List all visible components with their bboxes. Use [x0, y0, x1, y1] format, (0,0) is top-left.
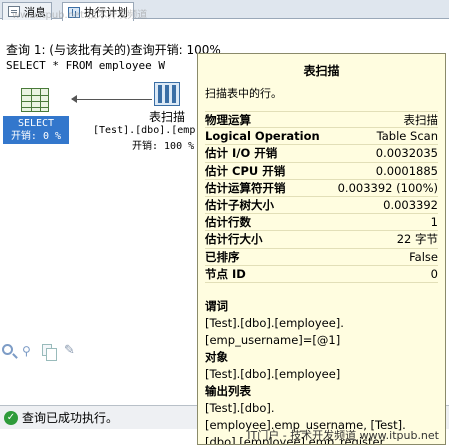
object-heading: 对象 [205, 350, 228, 364]
predicate-line: [emp_username]=[@1] [205, 333, 341, 347]
property-value: False [409, 249, 438, 264]
predicate-line: [Test].[dbo].[employee]. [205, 316, 344, 330]
property-key: 估计子树大小 [205, 198, 274, 213]
plan-flow-arrow [71, 95, 152, 103]
tooltip-description: 扫描表中的行。 [205, 87, 282, 100]
query-sql-text: SELECT * FROM employee W [6, 59, 165, 72]
property-key: 估计行数 [205, 215, 251, 230]
tooltip-property-row: 估计行大小 22 字节 [205, 231, 438, 249]
execution-plan-icon [68, 6, 80, 18]
property-key: 估计行大小 [205, 232, 263, 247]
property-value: 0.003392 [383, 198, 438, 213]
property-value: 22 字节 [396, 232, 438, 247]
plan-node-select[interactable]: SELECT 开销: 0 % [3, 88, 69, 144]
select-node-cost: 开销: 0 % [10, 131, 62, 142]
properties-wrench-icon[interactable]: ✎ [64, 344, 78, 358]
property-value: 0 [430, 266, 438, 281]
tooltip-properties-table: 物理运算 表扫描 Logical Operation Table Scan 估计 I… [205, 111, 438, 283]
table-scan-cost: 开销: 100 % [132, 141, 195, 152]
property-value: 0.0001885 [375, 163, 438, 178]
tooltip-property-row: 估计运算符开销 0.003392 (100%) [205, 180, 438, 197]
property-key: 物理运算 [205, 112, 251, 127]
operator-tooltip: 表扫描 扫描表中的行。 物理运算 表扫描 Logical Operation Tab… [197, 53, 446, 445]
tooltip-detail-sections: 谓词 [Test].[dbo].[employee]. [emp_usernam… [205, 298, 438, 444]
messages-icon [8, 6, 20, 17]
property-key: Logical Operation [205, 129, 320, 144]
zoom-icon[interactable] [2, 344, 13, 355]
tooltip-property-row: 估计 I/O 开销 0.0032035 [205, 145, 438, 163]
tab-execution-plan-label: 执行计划 [84, 6, 128, 19]
table-scan-icon[interactable] [154, 82, 180, 106]
output-list-line: [Test].[dbo]. [205, 401, 275, 415]
table-scan-object: [Test].[dbo].[emp [93, 125, 196, 136]
property-value: Table Scan [376, 129, 438, 144]
copy-icon[interactable] [42, 344, 57, 361]
property-key: 估计 CPU 开销 [205, 163, 286, 178]
tab-execution-plan[interactable]: 执行计划 [62, 2, 134, 21]
output-list-heading: 输出列表 [205, 384, 251, 398]
property-value: 0.0032035 [375, 146, 438, 161]
property-key: 估计 I/O 开销 [205, 146, 278, 161]
tooltip-property-row: 节点 ID 0 [205, 266, 438, 283]
find-node-icon[interactable]: ⚲ [22, 344, 36, 358]
property-value: 1 [430, 215, 438, 230]
tooltip-property-row: 估计行数 1 [205, 214, 438, 232]
tooltip-title: 表扫描 [303, 64, 340, 78]
tab-messages-label: 消息 [24, 5, 46, 19]
plan-mini-toolbar: ⚲ ✎ [0, 340, 200, 362]
tooltip-property-row: 估计子树大小 0.003392 [205, 197, 438, 215]
tab-messages[interactable]: 消息 [2, 2, 52, 20]
select-node-name: SELECT [17, 118, 55, 129]
property-value: 表扫描 [403, 112, 439, 127]
success-check-icon: ✓ [4, 410, 18, 425]
predicate-heading: 谓词 [205, 299, 228, 313]
select-result-icon [21, 88, 49, 112]
object-line: [Test].[dbo].[employee] [205, 367, 341, 381]
results-tab-strip: 消息 执行计划 [0, 0, 449, 21]
table-scan-title: 表扫描 [149, 110, 186, 124]
status-text: 查询已成功执行。 [22, 411, 119, 425]
property-key: 已排序 [205, 249, 240, 264]
property-value: 0.003392 (100%) [337, 180, 438, 195]
query-cost-header: 查询 1: (与该批有关的)查询开销: 100% [6, 43, 221, 57]
tooltip-property-row: 估计 CPU 开销 0.0001885 [205, 163, 438, 180]
watermark-bottom: IT门户 - 技术开发频道 www.itpub.net [247, 429, 439, 442]
tooltip-property-row: 物理运算 表扫描 [205, 111, 439, 129]
tooltip-property-row: Logical Operation Table Scan [205, 128, 438, 146]
property-key: 节点 ID [205, 266, 246, 281]
property-key: 估计运算符开销 [205, 180, 286, 195]
select-node-label: SELECT 开销: 0 % [3, 116, 69, 144]
tooltip-property-row: 已排序 False [205, 249, 438, 266]
